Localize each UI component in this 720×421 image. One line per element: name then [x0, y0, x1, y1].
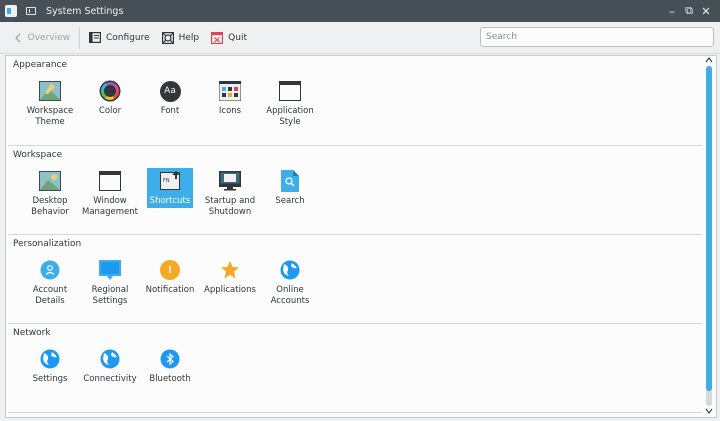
section-title: Personalization [13, 239, 82, 249]
item-startup-shutdown[interactable]: Startup and Shutdown [200, 168, 260, 218]
item-window-management[interactable]: Window Management [80, 168, 140, 218]
minimize-icon[interactable]: – [664, 3, 680, 19]
section-network: Network Settings Connectivity Bluetooth [8, 324, 702, 413]
notification-glyph: ! [160, 260, 180, 280]
star-icon [219, 259, 241, 281]
maximize-icon[interactable]: ⧉ [681, 3, 697, 19]
quit-icon [211, 31, 224, 44]
window-title: System Settings [46, 5, 124, 17]
overview-label: Overview [27, 32, 70, 43]
item-label: Notification [145, 285, 195, 295]
item-shortcuts[interactable]: FN Shortcuts [147, 168, 193, 208]
item-label: Desktop Behavior [31, 196, 69, 217]
section-title: Appearance [13, 60, 68, 70]
item-label: Search [275, 196, 305, 206]
item-label: Settings [32, 374, 68, 384]
window-menu-icon[interactable] [26, 7, 36, 15]
item-search[interactable]: Search [260, 168, 320, 218]
search-icon [279, 170, 301, 192]
item-label: Application Style [266, 106, 314, 127]
configure-label: Configure [106, 32, 150, 43]
chevron-left-icon [14, 32, 23, 44]
item-grid: Workspace Theme Color Aa Font Icons Appl… [20, 78, 320, 128]
font-icon: Aa [159, 80, 181, 102]
item-label: Shortcuts [149, 196, 191, 206]
item-label: Connectivity [83, 374, 137, 384]
window-controls: – ⧉ ✕ [663, 0, 714, 22]
item-grid: Account Details Regional Settings ! Noti… [20, 257, 320, 307]
desktop-behavior-icon [39, 170, 61, 192]
section-title: Workspace [13, 150, 63, 160]
item-connectivity[interactable]: Connectivity [80, 346, 140, 385]
item-application-style[interactable]: Application Style [260, 78, 320, 128]
item-label: Window Management [82, 196, 138, 217]
account-details-icon [39, 259, 61, 281]
item-font[interactable]: Aa Font [140, 78, 200, 128]
item-notification[interactable]: ! Notification [140, 257, 200, 307]
configure-button[interactable]: Configure [83, 26, 156, 50]
item-icons[interactable]: Icons [200, 78, 260, 128]
overview-button[interactable]: Overview [8, 26, 76, 50]
item-account-details[interactable]: Account Details [20, 257, 80, 307]
scroll-down-icon[interactable] [704, 408, 714, 416]
item-workspace-theme[interactable]: Workspace Theme [20, 78, 80, 128]
item-label: Bluetooth [149, 374, 191, 384]
color-icon [99, 80, 121, 102]
item-label: Account Details [32, 285, 68, 306]
item-label: Font [160, 106, 180, 116]
section-appearance: Appearance Workspace Theme Color Aa Font… [8, 56, 702, 146]
icons-icon [219, 80, 241, 102]
help-label: Help [178, 32, 200, 43]
help-button[interactable]: Help [156, 26, 206, 50]
scrollbar-thumb[interactable] [706, 66, 712, 391]
title-bar: System Settings – ⧉ ✕ [0, 0, 720, 22]
item-regional-settings[interactable]: Regional Settings [80, 257, 140, 307]
startup-shutdown-icon [219, 170, 241, 192]
item-grid: Desktop Behavior Window Management FN Sh… [20, 168, 320, 218]
regional-settings-icon [99, 259, 121, 281]
section-title: Network [13, 328, 51, 338]
network-settings-icon [39, 348, 61, 370]
item-label: Regional Settings [91, 285, 129, 306]
application-style-icon [279, 80, 301, 102]
quit-label: Quit [228, 32, 247, 43]
search-input[interactable]: Search [480, 27, 714, 47]
workspace-theme-icon [39, 80, 61, 102]
scroll-up-icon[interactable] [704, 57, 714, 65]
item-label: Startup and Shutdown [204, 196, 256, 217]
item-grid: Settings Connectivity Bluetooth [20, 346, 200, 385]
item-label: Color [98, 106, 122, 116]
item-label: Icons [218, 106, 242, 116]
section-workspace: Workspace Desktop Behavior Window Manage… [8, 146, 702, 235]
connectivity-icon [99, 348, 121, 370]
item-label: Applications [204, 285, 256, 295]
help-icon [161, 31, 174, 44]
settings-content: Appearance Workspace Theme Color Aa Font… [5, 55, 717, 418]
quit-button[interactable]: Quit [205, 26, 253, 50]
item-label: Workspace Theme [26, 106, 74, 127]
configure-icon [89, 32, 101, 44]
notification-icon: ! [159, 259, 181, 281]
item-applications[interactable]: Applications [200, 257, 260, 307]
item-desktop-behavior[interactable]: Desktop Behavior [20, 168, 80, 218]
font-glyph: Aa [159, 80, 181, 102]
item-network-settings[interactable]: Settings [20, 346, 80, 385]
item-label: Online Accounts [270, 285, 310, 306]
window-management-icon [99, 170, 121, 192]
close-icon[interactable]: ✕ [698, 3, 714, 19]
bluetooth-icon [159, 348, 181, 370]
shortcuts-icon: FN [159, 170, 181, 192]
vertical-scrollbar[interactable] [703, 56, 715, 417]
online-accounts-icon [279, 259, 301, 281]
app-icon[interactable] [5, 5, 17, 17]
toolbar-separator [79, 26, 80, 49]
section-personalization: Personalization Account Details Regional… [8, 235, 702, 324]
item-color[interactable]: Color [80, 78, 140, 128]
item-bluetooth[interactable]: Bluetooth [140, 346, 200, 385]
item-online-accounts[interactable]: Online Accounts [260, 257, 320, 307]
